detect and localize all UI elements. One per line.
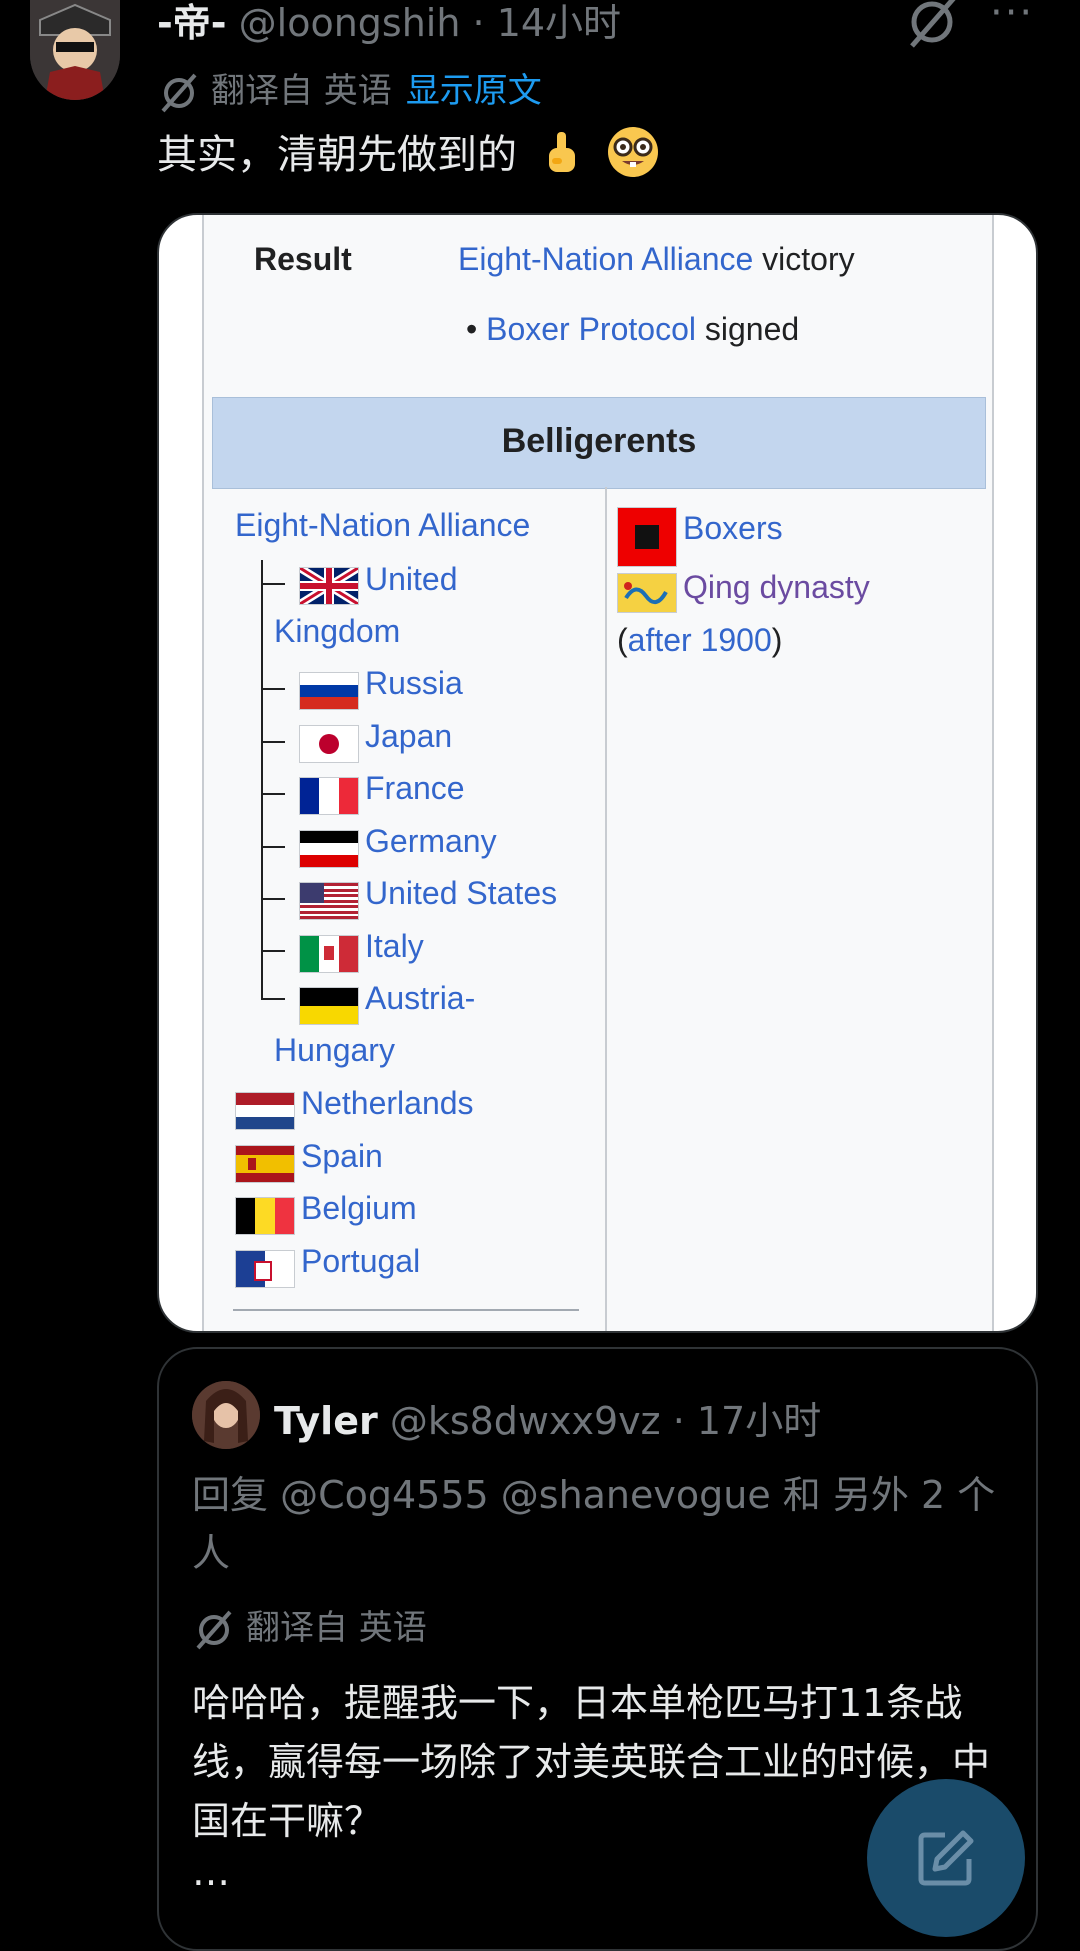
paren-close: ) bbox=[771, 622, 783, 658]
russia-flag-icon bbox=[299, 672, 359, 710]
qing-link: Qing dynasty bbox=[683, 569, 870, 605]
paren-open: ( bbox=[617, 622, 628, 658]
tweet-text-body: 其实，清朝先做到的 bbox=[157, 132, 517, 178]
netherlands-flag-icon bbox=[235, 1092, 295, 1130]
ally-japan: Japan bbox=[365, 718, 453, 754]
tree-tick bbox=[261, 846, 285, 848]
bullet: • bbox=[466, 311, 478, 347]
italy-flag-icon bbox=[299, 935, 359, 973]
ally-united: United bbox=[365, 561, 458, 597]
quote-translation-note: 翻译自 英语 bbox=[192, 1600, 427, 1652]
tree-tick bbox=[261, 688, 285, 690]
author-name[interactable]: -帝- bbox=[157, 1, 227, 45]
author-line: -帝- @loongshih · 14小时 bbox=[157, 0, 621, 47]
tree-tick bbox=[261, 793, 285, 795]
result-link: Eight-Nation Alliance bbox=[458, 241, 754, 277]
ally-austria: Austria- bbox=[365, 980, 476, 1016]
tree-tick bbox=[261, 998, 285, 1000]
boxers-flag-icon bbox=[617, 507, 677, 567]
tree-line bbox=[261, 560, 263, 998]
protocol-text: signed bbox=[704, 311, 800, 347]
ally-france: France bbox=[365, 770, 465, 806]
quote-time-separator: · bbox=[660, 1399, 697, 1443]
translate-icon bbox=[161, 73, 197, 112]
tree-tick bbox=[261, 898, 285, 900]
result-text: victory bbox=[762, 241, 855, 277]
quote-time[interactable]: 17小时 bbox=[697, 1399, 821, 1443]
pointing-up-emoji-icon bbox=[540, 128, 584, 186]
compose-button[interactable] bbox=[867, 1779, 1025, 1937]
tweet-text: 其实，清朝先做到的 bbox=[157, 122, 660, 189]
boxers-link: Boxers bbox=[683, 510, 783, 546]
usa-flag-icon bbox=[299, 882, 359, 920]
ally-italy: Italy bbox=[365, 928, 424, 964]
germany-flag-icon bbox=[299, 830, 359, 868]
portugal-flag-icon bbox=[235, 1250, 295, 1288]
translation-note: 翻译自 英语 显示原文 bbox=[157, 63, 542, 115]
quote-translated-from-label: 翻译自 英语 bbox=[246, 1608, 427, 1648]
tree-tick bbox=[261, 950, 285, 952]
ally-united-states: United States bbox=[365, 875, 558, 911]
ally-portugal: Portugal bbox=[301, 1243, 421, 1279]
reply-context: 回复 @Cog4555 @shanevogue 和 另外 2 个人 bbox=[192, 1473, 996, 1575]
result-label: Result bbox=[254, 241, 352, 277]
tree-tick bbox=[261, 741, 285, 743]
spain-flag-icon bbox=[235, 1145, 295, 1183]
result-line: Eight-Nation Alliance victory bbox=[458, 241, 855, 278]
quote-author-line: Tyler @ks8dwxx9vz · 17小时 bbox=[274, 1390, 821, 1445]
author-handle[interactable]: @loongshih bbox=[239, 1, 461, 45]
compose-icon bbox=[918, 1830, 974, 1886]
tweet-time[interactable]: 14小时 bbox=[497, 1, 621, 45]
quote-author-name[interactable]: Tyler bbox=[274, 1399, 378, 1443]
nerd-face-emoji-icon bbox=[606, 125, 660, 189]
show-original-link[interactable]: 显示原文 bbox=[406, 71, 542, 111]
translate-icon bbox=[196, 1610, 232, 1649]
ally-kingdom: Kingdom bbox=[274, 613, 401, 649]
quote-ellipsis: … bbox=[192, 1850, 230, 1894]
tweet-image-card[interactable]: Result Eight-Nation Alliance victory • B… bbox=[157, 213, 1038, 1333]
austria-hungary-flag-icon bbox=[299, 987, 359, 1025]
after-1900-link: after 1900 bbox=[627, 622, 772, 658]
ally-germany: Germany bbox=[365, 823, 497, 859]
column-divider bbox=[605, 487, 607, 1331]
japan-flag-icon bbox=[299, 725, 359, 763]
ally-belgium: Belgium bbox=[301, 1190, 417, 1226]
france-flag-icon bbox=[299, 777, 359, 815]
quote-author-avatar[interactable] bbox=[192, 1381, 260, 1449]
qing-after-line: (after 1900) bbox=[617, 622, 782, 659]
time-separator: · bbox=[460, 1, 497, 45]
translated-from-label: 翻译自 英语 bbox=[211, 71, 392, 111]
uk-flag-icon bbox=[299, 567, 359, 605]
grok-icon[interactable] bbox=[904, 0, 960, 50]
ally-spain: Spain bbox=[301, 1138, 383, 1174]
belligerents-header: Belligerents bbox=[212, 397, 986, 489]
ally-russia: Russia bbox=[365, 665, 463, 701]
ally-hungary: Hungary bbox=[274, 1032, 395, 1068]
alliance-link: Eight-Nation Alliance bbox=[235, 507, 531, 543]
author-avatar[interactable] bbox=[30, 0, 120, 100]
wikipedia-infobox: Result Eight-Nation Alliance victory • B… bbox=[202, 215, 994, 1331]
belligerents-title: Belligerents bbox=[501, 422, 697, 460]
tree-tick bbox=[261, 583, 285, 585]
qing-flag-icon bbox=[617, 573, 677, 613]
quote-author-handle[interactable]: @ks8dwxx9vz bbox=[390, 1399, 661, 1443]
ally-netherlands: Netherlands bbox=[301, 1085, 474, 1121]
protocol-line: • Boxer Protocol signed bbox=[466, 311, 799, 348]
protocol-link: Boxer Protocol bbox=[486, 311, 696, 347]
divider-line bbox=[233, 1309, 579, 1311]
more-icon[interactable]: ··· bbox=[990, 0, 1034, 36]
belgium-flag-icon bbox=[235, 1197, 295, 1235]
